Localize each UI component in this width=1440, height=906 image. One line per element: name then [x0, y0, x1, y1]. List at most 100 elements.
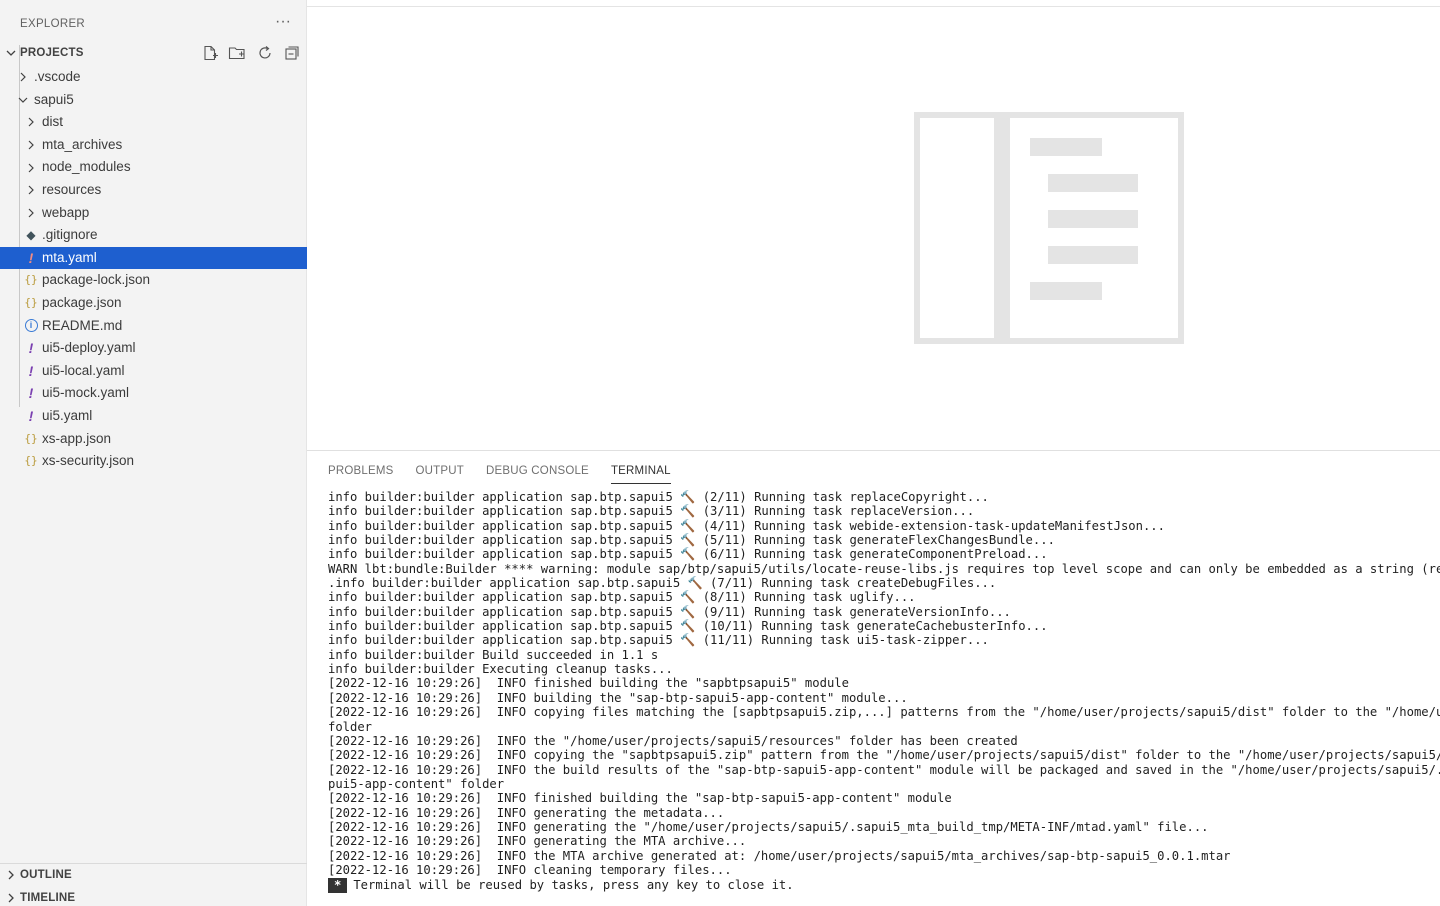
tree-file[interactable]: i README.md	[0, 315, 307, 338]
chevron-right-icon	[24, 134, 38, 157]
tree-file[interactable]: ! mta.yaml	[0, 246, 307, 270]
tree-item-label: sapui5	[34, 91, 74, 107]
tree-file[interactable]: {} xs-security.json	[0, 450, 307, 473]
editor-top-border	[307, 6, 1440, 7]
new-file-icon[interactable]	[201, 44, 219, 62]
terminal-line: [2022-12-16 10:29:26] INFO generating th…	[328, 819, 1209, 834]
tree-item-label: webapp	[42, 204, 90, 220]
terminal-final-line: * Terminal will be reused by tasks, press…	[328, 878, 1440, 894]
timeline-section-header[interactable]: TIMELINE	[0, 888, 307, 906]
terminal-line: .info builder:builder application sap.bt…	[328, 576, 997, 591]
collapse-all-icon[interactable]	[283, 44, 301, 62]
task-marker-icon: *	[328, 878, 348, 893]
info-file-icon: i	[24, 315, 38, 338]
tree-file[interactable]: ! ui5-deploy.yaml	[0, 337, 307, 360]
outline-label: OUTLINE	[20, 869, 72, 881]
tree-folder[interactable]: dist	[0, 111, 307, 134]
tab-output[interactable]: OUTPUT	[416, 465, 464, 483]
chevron-right-icon	[24, 179, 38, 202]
chevron-right-icon	[16, 66, 30, 89]
terminal-output[interactable]: info builder:builder application sap.btp…	[328, 490, 1440, 894]
terminal-line: info builder:builder application sap.btp…	[328, 504, 975, 519]
terminal-line: [2022-12-16 10:29:26] INFO finished buil…	[328, 676, 849, 691]
tree-folder[interactable]: node_modules	[0, 156, 307, 179]
tree-item-label: README.md	[42, 317, 123, 333]
yaml-file-icon: !	[28, 340, 34, 357]
tree-item-label: mta_archives	[42, 136, 123, 152]
tree-item-label: node_modules	[42, 159, 131, 175]
tree-file[interactable]: ! ui5-local.yaml	[0, 360, 307, 383]
json-file-icon: {}	[24, 295, 38, 309]
projects-actions	[195, 44, 301, 64]
terminal-line: pui5-app-content" folder	[328, 776, 505, 791]
chevron-right-icon	[8, 893, 14, 903]
json-file-icon: {}	[24, 431, 38, 445]
tree-folder[interactable]: mta_archives	[0, 134, 307, 157]
chevron-down-icon	[6, 50, 16, 56]
tree-item-label: .gitignore	[42, 227, 98, 243]
tree-item-label: xs-app.json	[42, 430, 112, 446]
chevron-right-icon	[24, 111, 38, 134]
tree-file[interactable]: {} package-lock.json	[0, 269, 307, 292]
terminal-line: WARN lbt:bundle:Builder **** warning: mo…	[328, 561, 1440, 576]
projects-label: PROJECTS	[20, 47, 84, 59]
editor-watermark-icon	[914, 112, 1184, 344]
tree-item-label: ui5-local.yaml	[42, 362, 125, 378]
terminal-line: [2022-12-16 10:29:26] INFO the build res…	[328, 762, 1440, 777]
divider	[0, 863, 307, 864]
chevron-right-icon	[24, 156, 38, 179]
git-file-icon: ◆	[26, 228, 36, 243]
tree-file[interactable]: ◆ .gitignore	[0, 224, 307, 247]
tree-folder[interactable]: resources	[0, 179, 307, 202]
tab-debug-console[interactable]: DEBUG CONSOLE	[486, 465, 589, 483]
tree-item-label: ui5-mock.yaml	[42, 385, 130, 401]
terminal-line: [2022-12-16 10:29:26] INFO generating th…	[328, 805, 725, 820]
chevron-right-icon	[8, 870, 14, 880]
bottom-panel: PROBLEMS OUTPUT DEBUG CONSOLE TERMINAL info…	[307, 451, 1440, 906]
outline-section-header[interactable]: OUTLINE	[0, 865, 307, 887]
tree-item-label: dist	[42, 114, 64, 130]
refresh-icon[interactable]	[256, 44, 274, 62]
tree-file[interactable]: {} xs-app.json	[0, 428, 307, 451]
terminal-line: [2022-12-16 10:29:26] INFO copying the "…	[328, 748, 1440, 763]
tree-item-label: xs-security.json	[42, 453, 135, 469]
tree-item-label: resources	[42, 181, 102, 197]
tab-problems[interactable]: PROBLEMS	[328, 465, 394, 483]
terminal-line: info builder:builder application sap.btp…	[328, 619, 1048, 634]
tree-folder[interactable]: .vscode	[0, 66, 307, 89]
tree-folder[interactable]: webapp	[0, 202, 307, 225]
yaml-file-icon: !	[28, 249, 34, 266]
terminal-line: info builder:builder application sap.btp…	[328, 604, 1011, 619]
new-folder-icon[interactable]	[228, 44, 246, 62]
tree-item-label: ui5.yaml	[42, 407, 93, 423]
chevron-down-icon	[16, 89, 30, 112]
editor-area	[307, 0, 1440, 450]
yaml-file-icon: !	[28, 385, 34, 402]
terminal-line: info builder:builder application sap.btp…	[328, 547, 1048, 562]
terminal-line: [2022-12-16 10:29:26] INFO finished buil…	[328, 791, 952, 806]
explorer-header: EXPLORER ···	[0, 13, 307, 36]
tree-item-label: mta.yaml	[42, 249, 97, 265]
terminal-line: info builder:builder application sap.btp…	[328, 633, 989, 648]
terminal-line: folder	[328, 719, 373, 734]
tree-item-label: package-lock.json	[42, 272, 151, 288]
tree-item-label: package.json	[42, 294, 122, 310]
projects-section-header[interactable]: PROJECTS	[0, 43, 307, 65]
json-file-icon: {}	[24, 273, 38, 287]
tab-terminal[interactable]: TERMINAL	[610, 465, 671, 484]
timeline-label: TIMELINE	[20, 892, 76, 904]
terminal-line: info builder:builder application sap.btp…	[328, 490, 989, 504]
ellipsis-icon[interactable]: ···	[275, 13, 291, 31]
terminal-line: [2022-12-16 10:29:26] INFO generating th…	[328, 834, 747, 849]
yaml-file-icon: !	[28, 407, 34, 424]
terminal-line: [2022-12-16 10:29:26] INFO building the …	[328, 690, 908, 705]
tree-folder[interactable]: sapui5	[0, 89, 307, 112]
terminal-line: info builder:builder application sap.btp…	[328, 590, 916, 605]
tree-file[interactable]: ! ui5-mock.yaml	[0, 382, 307, 405]
tree-item-label: .vscode	[34, 69, 81, 84]
terminal-line: [2022-12-16 10:29:26] INFO copying files…	[328, 705, 1440, 720]
terminal-line: info builder:builder application sap.btp…	[328, 533, 1055, 548]
app-window: EXPLORER ··· PROJECTS .vscode sapui5 dis…	[0, 0, 1440, 906]
tree-file[interactable]: ! ui5.yaml	[0, 405, 307, 428]
tree-file[interactable]: {} package.json	[0, 292, 307, 315]
